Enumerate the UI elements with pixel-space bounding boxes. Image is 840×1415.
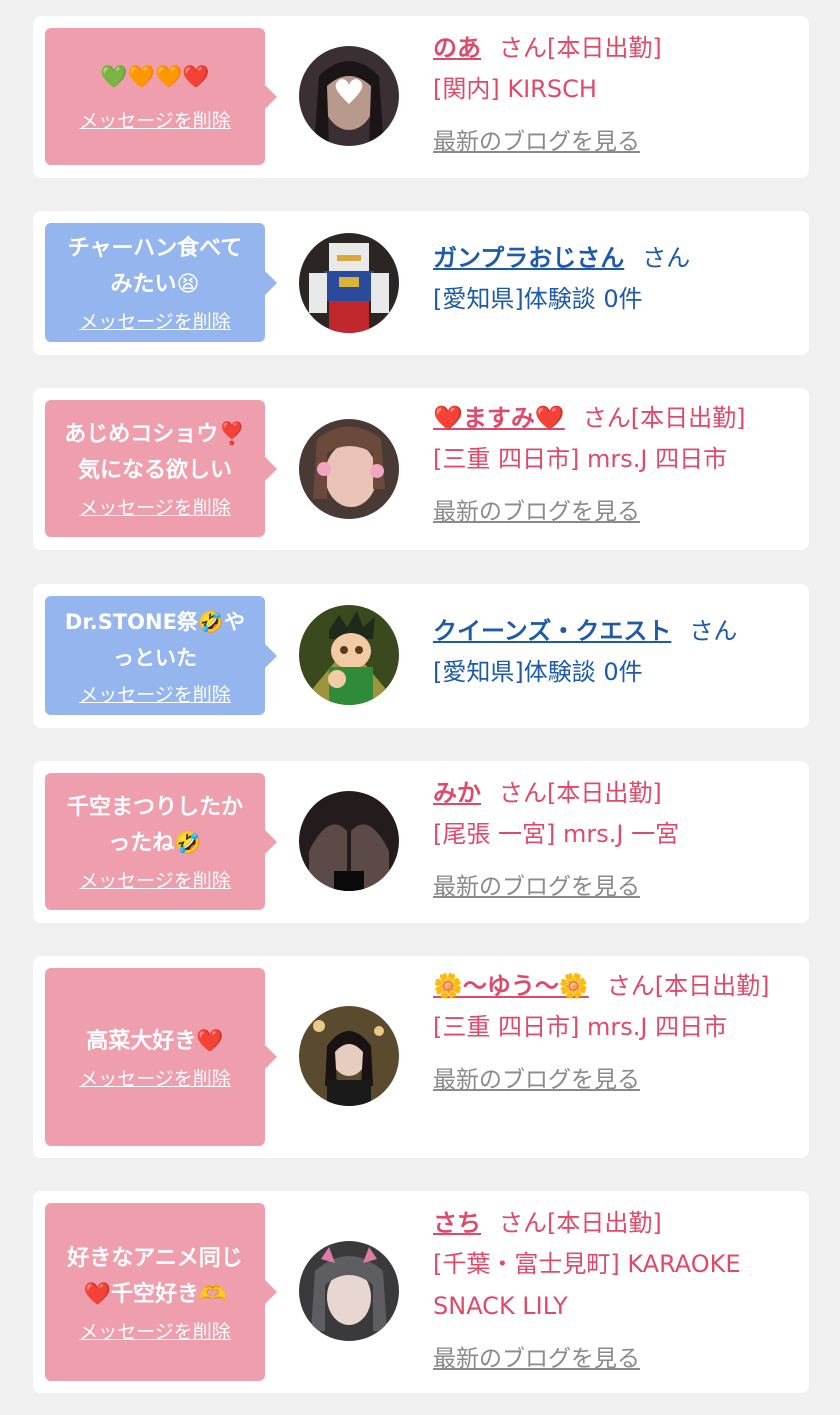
message-text: 千空まつりしたか ったね🤣 xyxy=(66,795,243,856)
message-card: 💚🧡🧡❤️ メッセージを削除 のあ さん[本日出勤] [関内] KIRSCH 最新… xyxy=(33,16,809,178)
profile-location: [関内] KIRSCH xyxy=(433,75,597,103)
profile-header: 🌼〜ゆう〜🌼 さん[本日出勤] xyxy=(433,966,783,1006)
message-card: Dr.STONE祭🤣や っといた メッセージを削除 クイーンズ・クエスト さん [… xyxy=(33,584,809,728)
delete-message-link[interactable]: メッセージを削除 xyxy=(79,866,231,893)
profile-info: さち さん[本日出勤] [千葉・富士見町] KARAOKE SNACK LILY … xyxy=(433,1203,783,1373)
avatar-photo xyxy=(299,791,399,891)
avatar-photo xyxy=(299,233,399,333)
profile-name-link[interactable]: みか xyxy=(433,779,481,807)
message-bubble: 高菜大好き❤️ メッセージを削除 xyxy=(45,968,277,1146)
avatar[interactable] xyxy=(299,1241,399,1341)
delete-message-link[interactable]: メッセージを削除 xyxy=(79,1064,231,1091)
latest-blog-link[interactable]: 最新のブログを見る xyxy=(433,1060,640,1094)
delete-message-link[interactable]: メッセージを削除 xyxy=(79,106,231,133)
delete-message-link[interactable]: メッセージを削除 xyxy=(79,307,231,334)
profile-suffix: さん[本日出勤] xyxy=(499,34,662,62)
profile-suffix: さん[本日出勤] xyxy=(499,1209,662,1237)
message-text: 好きなアニメ同じ ❤️千空好き🫶 xyxy=(67,1245,243,1307)
profile-location: [三重 四日市] mrs.J 四日市 xyxy=(433,1013,728,1041)
profile-suffix: さん[本日出勤] xyxy=(499,779,662,807)
profile-info: ガンプラおじさん さん [愛知県]体験談 0件 xyxy=(433,238,783,320)
message-bubble: Dr.STONE祭🤣や っといた メッセージを削除 xyxy=(45,596,277,715)
message-bubble: あじめコショウ❣️ 気になる欲しい メッセージを削除 xyxy=(45,400,277,537)
profile-suffix: さん xyxy=(642,244,691,272)
profile-header: さち さん[本日出勤] xyxy=(433,1203,783,1243)
profile-name-link[interactable]: さち xyxy=(433,1209,481,1237)
profile-location: [千葉・富士見町] KARAOKE SNACK LILY xyxy=(433,1250,741,1320)
message-card: 千空まつりしたか ったね🤣 メッセージを削除 みか さん[本日出勤] [尾張 一宮… xyxy=(33,761,809,923)
profile-header: ❤️ますみ❤️ さん[本日出勤] xyxy=(433,398,783,438)
message-card: チャーハン食べて みたい😫 メッセージを削除 ガンプラおじさん さん [愛知県]体… xyxy=(33,211,809,355)
profile-name-link[interactable]: のあ xyxy=(433,34,481,62)
delete-message-link[interactable]: メッセージを削除 xyxy=(79,680,231,707)
profile-header: ガンプラおじさん さん xyxy=(433,238,783,278)
message-text: あじめコショウ❣️ 気になる欲しい xyxy=(64,422,246,483)
avatar-photo xyxy=(299,605,399,705)
message-text: Dr.STONE祭🤣や っといた xyxy=(64,610,246,670)
profile-header: クイーンズ・クエスト さん xyxy=(433,611,783,651)
message-bubble: チャーハン食べて みたい😫 メッセージを削除 xyxy=(45,223,277,342)
avatar-photo xyxy=(299,419,399,519)
latest-blog-link[interactable]: 最新のブログを見る xyxy=(433,1339,640,1373)
message-bubble: 好きなアニメ同じ ❤️千空好き🫶 メッセージを削除 xyxy=(45,1203,277,1381)
avatar[interactable] xyxy=(299,1006,399,1106)
avatar[interactable] xyxy=(299,46,399,146)
avatar[interactable] xyxy=(299,791,399,891)
delete-message-link[interactable]: メッセージを削除 xyxy=(79,1317,231,1344)
profile-header: のあ さん[本日出勤] xyxy=(433,28,783,68)
profile-location: [愛知県]体験談 0件 xyxy=(433,658,643,686)
profile-name-link[interactable]: クイーンズ・クエスト xyxy=(433,617,671,645)
profile-info: ❤️ますみ❤️ さん[本日出勤] [三重 四日市] mrs.J 四日市 最新のブロ… xyxy=(433,398,783,526)
message-text: 💚🧡🧡❤️ xyxy=(100,65,210,90)
profile-name-link[interactable]: ❤️ますみ❤️ xyxy=(433,404,565,432)
profile-location: [尾張 一宮] mrs.J 一宮 xyxy=(433,820,680,848)
profile-suffix: さん[本日出勤] xyxy=(582,404,746,432)
message-text: 高菜大好き❤️ xyxy=(86,1028,224,1054)
avatar[interactable] xyxy=(299,605,399,705)
latest-blog-link[interactable]: 最新のブログを見る xyxy=(433,122,640,156)
message-bubble: 💚🧡🧡❤️ メッセージを削除 xyxy=(45,28,277,165)
profile-info: 🌼〜ゆう〜🌼 さん[本日出勤] [三重 四日市] mrs.J 四日市 最新のブログ… xyxy=(433,966,783,1094)
avatar-photo xyxy=(299,1241,399,1341)
profile-suffix: さん xyxy=(689,617,738,645)
latest-blog-link[interactable]: 最新のブログを見る xyxy=(433,492,640,526)
latest-blog-link[interactable]: 最新のブログを見る xyxy=(433,867,640,901)
profile-name-link[interactable]: 🌼〜ゆう〜🌼 xyxy=(433,972,589,1000)
profile-location: [三重 四日市] mrs.J 四日市 xyxy=(433,445,728,473)
profile-header: みか さん[本日出勤] xyxy=(433,773,783,813)
message-text: チャーハン食べて みたい😫 xyxy=(67,236,243,297)
message-card: あじめコショウ❣️ 気になる欲しい メッセージを削除 ❤️ますみ❤️ さん[本日出… xyxy=(33,388,809,550)
message-bubble: 千空まつりしたか ったね🤣 メッセージを削除 xyxy=(45,773,277,910)
message-card: 好きなアニメ同じ ❤️千空好き🫶 メッセージを削除 さち さん[本日出勤] [千葉… xyxy=(33,1191,809,1393)
avatar[interactable] xyxy=(299,233,399,333)
profile-location: [愛知県]体験談 0件 xyxy=(433,285,643,313)
profile-suffix: さん[本日出勤] xyxy=(606,972,770,1000)
avatar-photo xyxy=(299,1006,399,1106)
avatar[interactable] xyxy=(299,419,399,519)
delete-message-link[interactable]: メッセージを削除 xyxy=(79,493,231,520)
profile-info: クイーンズ・クエスト さん [愛知県]体験談 0件 xyxy=(433,611,783,693)
profile-name-link[interactable]: ガンプラおじさん xyxy=(433,244,624,272)
profile-info: のあ さん[本日出勤] [関内] KIRSCH 最新のブログを見る xyxy=(433,28,783,156)
avatar-photo xyxy=(299,46,399,146)
profile-info: みか さん[本日出勤] [尾張 一宮] mrs.J 一宮 最新のブログを見る xyxy=(433,773,783,901)
message-card: 高菜大好き❤️ メッセージを削除 🌼〜ゆう〜🌼 さん[本日出勤] [三重 四日市]… xyxy=(33,956,809,1158)
